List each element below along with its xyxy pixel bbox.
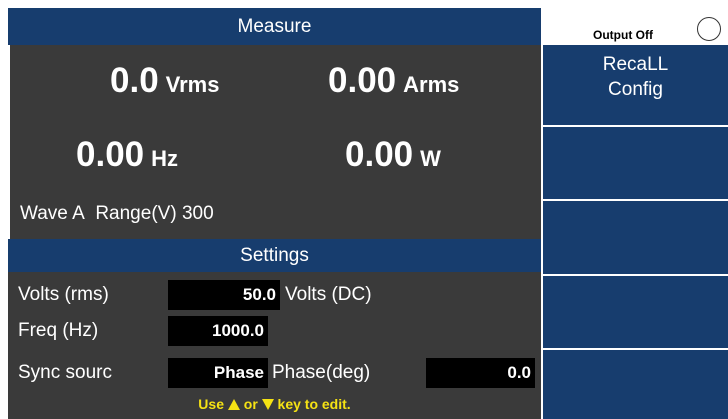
softkey-2[interactable]: [541, 127, 728, 201]
volts-dc-label: Volts (DC): [285, 284, 372, 305]
hint-middle: or: [243, 396, 258, 412]
range-value: 300: [181, 203, 214, 224]
current-unit: Arms: [403, 72, 460, 97]
edit-hint: Use or key to edit.: [8, 396, 541, 412]
down-arrow-icon: [261, 399, 274, 410]
softkey-1-line-1: RecaLL: [602, 54, 669, 75]
frequency-readout: 0.00 Hz: [76, 135, 178, 175]
phase-label: Phase(deg): [272, 362, 371, 383]
output-status-area: Output Off: [541, 8, 728, 45]
output-indicator-icon[interactable]: [697, 17, 721, 41]
measure-header: Measure: [8, 8, 541, 45]
hint-prefix: Use: [198, 396, 224, 412]
frequency-unit: Hz: [151, 146, 179, 171]
softkey-1-line-2: Config: [608, 79, 663, 100]
softkey-5[interactable]: [541, 350, 728, 419]
current-value: 0.00: [328, 61, 397, 100]
freq-field[interactable]: 1000.0: [168, 316, 268, 346]
softkey-recall-config[interactable]: RecaLL Config: [541, 45, 728, 127]
frequency-value: 0.00: [76, 135, 145, 174]
softkey-3[interactable]: [541, 201, 728, 276]
sync-source-label: Sync sourc: [18, 362, 112, 383]
output-status-label: Output Off: [593, 28, 653, 42]
instrument-screen: Measure 0.0 Vrms 0.00 Arms 0.00 Hz 0.00 W Wa…: [0, 0, 728, 419]
current-readout: 0.00 Arms: [328, 61, 459, 101]
voltage-readout: 0.0 Vrms: [110, 61, 219, 101]
measure-panel: 0.0 Vrms 0.00 Arms 0.00 Hz 0.00 W Wave A Ran…: [8, 45, 543, 239]
freq-label: Freq (Hz): [18, 320, 99, 341]
softkey-4[interactable]: [541, 276, 728, 350]
voltage-unit: Vrms: [165, 72, 220, 97]
power-value: 0.00: [345, 135, 414, 174]
settings-header: Settings: [8, 239, 541, 272]
volts-rms-label: Volts (rms): [18, 284, 109, 305]
range-label: Range(V): [95, 203, 177, 224]
power-unit: W: [420, 146, 441, 171]
info-line: Wave A Range(V) 300: [20, 203, 214, 225]
hint-suffix: key to edit.: [277, 396, 351, 412]
volts-rms-field[interactable]: 50.0: [168, 280, 280, 310]
sync-source-field[interactable]: Phase: [168, 358, 268, 388]
measure-title: Measure: [237, 15, 312, 37]
settings-panel: Volts (rms) 50.0 Volts (DC) Freq (Hz) 10…: [8, 272, 541, 419]
voltage-value: 0.0: [110, 61, 159, 100]
settings-title: Settings: [240, 244, 309, 266]
power-readout: 0.00 W: [345, 135, 441, 175]
up-arrow-icon: [227, 399, 240, 410]
wave-label: Wave A: [20, 203, 85, 224]
phase-field[interactable]: 0.0: [426, 358, 535, 388]
